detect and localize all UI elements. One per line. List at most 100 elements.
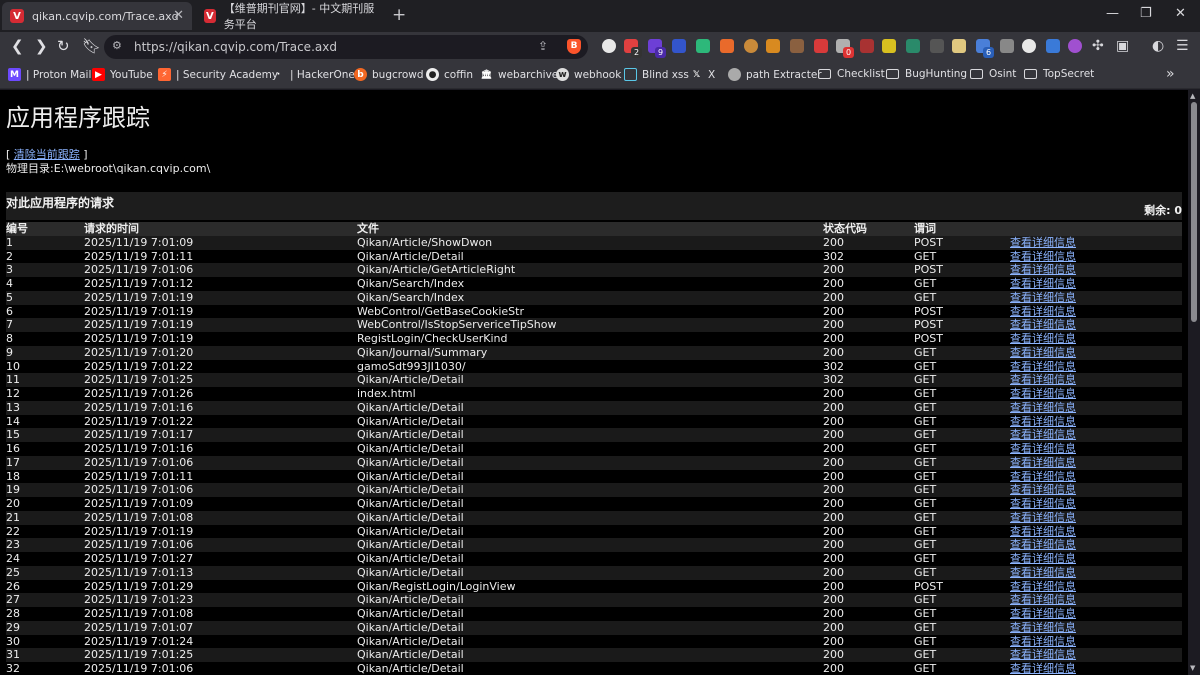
view-details-link[interactable]: 查看详细信息 (1010, 415, 1076, 428)
reload-icon[interactable]: ↻ (57, 37, 70, 55)
view-details-link[interactable]: 查看详细信息 (1010, 291, 1076, 304)
view-details-link[interactable]: 查看详细信息 (1010, 332, 1076, 345)
view-details-link[interactable]: 查看详细信息 (1010, 511, 1076, 524)
extension-trash-icon[interactable] (1000, 39, 1014, 53)
view-details-link[interactable]: 查看详细信息 (1010, 552, 1076, 565)
bookmark-folder-topsecret[interactable]: TopSecret (1024, 68, 1094, 80)
scroll-down-icon[interactable]: ▼ (1190, 664, 1195, 672)
table-row: 23 2025/11/19 7:01:06 Qikan/Article/Detail… (6, 538, 1182, 552)
view-details-link[interactable]: 查看详细信息 (1010, 263, 1076, 276)
site-settings-icon[interactable]: ⚙ (112, 39, 122, 52)
view-details-link[interactable]: 查看详细信息 (1010, 483, 1076, 496)
view-details-link[interactable]: 查看详细信息 (1010, 607, 1076, 620)
view-details-link[interactable]: 查看详细信息 (1010, 580, 1076, 593)
extensions-puzzle-icon[interactable]: ✣ (1092, 38, 1104, 54)
extension-icon[interactable] (906, 39, 920, 53)
scroll-up-icon[interactable]: ▲ (1190, 92, 1195, 100)
tab-trace[interactable]: V qikan.cqvip.com/Trace.axd ✕ (2, 2, 192, 30)
profile-avatar[interactable] (1068, 39, 1082, 53)
bookmark-proton-mail[interactable]: M | Proton Mail (8, 68, 91, 81)
minimize-icon[interactable]: — (1106, 6, 1119, 21)
row-status: 200 (823, 634, 844, 648)
extension-mail-icon[interactable] (696, 39, 710, 53)
bookmark-folder-bughunting[interactable]: BugHunting (886, 68, 967, 80)
close-window-icon[interactable]: ✕ (1175, 6, 1186, 21)
row-number: 27 (6, 593, 20, 607)
row-file: Qikan/Article/Detail (357, 565, 464, 579)
back-icon[interactable]: ❮ (11, 37, 24, 55)
restore-icon[interactable]: ❐ (1140, 6, 1152, 21)
extension-icon[interactable]: 6 (976, 39, 994, 58)
extension-cookie-icon[interactable] (602, 39, 616, 53)
more-bookmarks-icon[interactable]: » (1166, 66, 1175, 82)
extension-icon[interactable] (860, 39, 874, 53)
bookmark-youtube[interactable]: ▶ YouTube (92, 68, 153, 81)
view-details-link[interactable]: 查看详细信息 (1010, 648, 1076, 661)
view-details-link[interactable]: 查看详细信息 (1010, 442, 1076, 455)
extension-cookie-editor-icon[interactable] (744, 39, 758, 53)
view-details-link[interactable]: 查看详细信息 (1010, 250, 1076, 263)
extension-icon[interactable] (766, 39, 780, 53)
view-details-link[interactable]: 查看详细信息 (1010, 277, 1076, 290)
view-details-link[interactable]: 查看详细信息 (1010, 387, 1076, 400)
extension-icon[interactable] (790, 39, 804, 53)
extension-icon[interactable] (930, 39, 944, 53)
view-details-link[interactable]: 查看详细信息 (1010, 373, 1076, 386)
bookmark-hackerone[interactable]: · | HackerOne (272, 68, 355, 81)
view-details-link[interactable]: 查看详细信息 (1010, 318, 1076, 331)
new-tab-icon[interactable]: + (392, 5, 406, 25)
bookmark-x[interactable]: 𝕏X (690, 68, 715, 81)
leo-ai-icon[interactable]: ◐ (1152, 38, 1164, 54)
view-details-link[interactable]: 查看详细信息 (1010, 470, 1076, 483)
view-details-link[interactable]: 查看详细信息 (1010, 428, 1076, 441)
bookmark-bugcrowd[interactable]: b bugcrowd (354, 68, 424, 81)
extension-hackbar-icon[interactable]: 2 (624, 39, 642, 58)
menu-icon[interactable]: ☰ (1176, 38, 1189, 54)
view-details-link[interactable]: 查看详细信息 (1010, 662, 1076, 675)
view-details-link[interactable]: 查看详细信息 (1010, 593, 1076, 606)
view-details-link[interactable]: 查看详细信息 (1010, 566, 1076, 579)
view-details-link[interactable]: 查看详细信息 (1010, 401, 1076, 414)
bookmark-webhook[interactable]: w webhook (556, 68, 621, 81)
bookmark-path-extracter[interactable]: path Extracter (728, 68, 822, 81)
extension-wappalyzer-icon[interactable]: 9 (648, 39, 666, 58)
bookmark-folder-checklist[interactable]: Checklist (818, 68, 885, 80)
bookmark-folder-osint[interactable]: Osint (970, 68, 1016, 80)
share-icon[interactable]: ⇪ (538, 39, 548, 53)
view-details-link[interactable]: 查看详细信息 (1010, 525, 1076, 538)
extension-js-icon[interactable] (882, 39, 896, 53)
extension-s3-icon[interactable] (814, 39, 828, 53)
bookmark-webarchive[interactable]: 🏛︎ webarchive (480, 68, 558, 81)
bookmark-icon[interactable]: 🔖︎ (82, 37, 101, 55)
close-tab-icon[interactable]: ✕ (173, 8, 184, 23)
view-details-link[interactable]: 查看详细信息 (1010, 360, 1076, 373)
extension-icon[interactable]: 0 (836, 39, 854, 58)
tab-cqvip-home[interactable]: V 【维普期刊官网】- 中文期刊服务平台 (196, 2, 386, 31)
row-file: Qikan/Article/GetArticleRight (357, 263, 516, 277)
brave-shields-icon[interactable]: B (567, 39, 581, 54)
forward-icon[interactable]: ❯ (35, 37, 48, 55)
extension-icon[interactable] (1046, 39, 1060, 53)
url-text[interactable]: https://qikan.cqvip.com/Trace.axd (134, 40, 337, 54)
view-details-link[interactable]: 查看详细信息 (1010, 236, 1076, 249)
extension-icon[interactable] (672, 39, 686, 53)
extension-icon[interactable] (1022, 39, 1036, 53)
view-details-link[interactable]: 查看详细信息 (1010, 635, 1076, 648)
view-details-link[interactable]: 查看详细信息 (1010, 621, 1076, 634)
reader-mode-icon[interactable]: ▣ (1116, 38, 1129, 54)
bookmark-coffin[interactable]: ● coffin (426, 68, 473, 81)
scrollbar-thumb[interactable] (1191, 102, 1197, 322)
extension-notes-icon[interactable] (952, 39, 966, 53)
view-details-link[interactable]: 查看详细信息 (1010, 346, 1076, 359)
extension-icon[interactable] (720, 39, 734, 53)
row-verb: GET (914, 648, 937, 662)
view-details-link[interactable]: 查看详细信息 (1010, 538, 1076, 551)
view-details-link[interactable]: 查看详细信息 (1010, 305, 1076, 318)
view-details-link[interactable]: 查看详细信息 (1010, 456, 1076, 469)
bookmark-blind-xss[interactable]: Blind xss (624, 68, 689, 81)
row-file: Qikan/Article/Detail (357, 620, 464, 634)
bookmark-security-academy[interactable]: ⚡ | Security Academy (158, 68, 278, 81)
page-scrollbar[interactable]: ▲ ▼ (1188, 90, 1200, 675)
view-details-link[interactable]: 查看详细信息 (1010, 497, 1076, 510)
address-bar[interactable]: ⚙ https://qikan.cqvip.com/Trace.axd ⇪ B (104, 35, 588, 59)
